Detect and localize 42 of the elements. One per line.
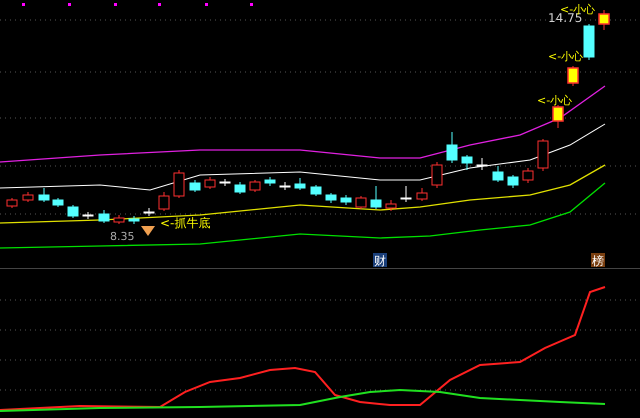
candle (492, 166, 504, 182)
doji-candle (144, 208, 154, 216)
candle (250, 180, 260, 192)
candle (294, 178, 306, 190)
candle (584, 24, 594, 60)
candle (68, 204, 78, 218)
candle (462, 154, 472, 170)
candle (538, 138, 548, 172)
candle (38, 188, 50, 202)
candle (22, 192, 34, 202)
candle (98, 210, 110, 224)
warning-label: <-小心 (537, 94, 572, 107)
candle (190, 180, 200, 192)
warning-label: <-小心 (548, 50, 584, 63)
candle (446, 132, 458, 164)
candle (128, 216, 140, 224)
candle (204, 176, 216, 190)
doji-candle (280, 182, 290, 190)
candle (370, 186, 382, 210)
doji-candle (400, 186, 412, 202)
doji-candle (476, 158, 488, 170)
candle (6, 198, 18, 208)
candle (522, 168, 534, 184)
candle (356, 196, 366, 210)
low-price-label: 8.35 (110, 230, 134, 243)
candle (174, 170, 184, 198)
candle (386, 200, 396, 212)
signal-label: <-抓牛底 (160, 216, 210, 230)
candle (52, 198, 64, 208)
candle (552, 104, 564, 128)
candle (416, 188, 428, 202)
candle (432, 162, 442, 188)
candle (508, 174, 518, 188)
candle (326, 192, 336, 204)
candle (234, 182, 246, 194)
candle (158, 192, 170, 212)
candle (310, 184, 322, 196)
candle (598, 10, 610, 30)
event-badge: 榜 (591, 253, 605, 268)
event-badge: 财 (373, 253, 387, 268)
candle (114, 214, 124, 224)
candle (567, 66, 579, 86)
